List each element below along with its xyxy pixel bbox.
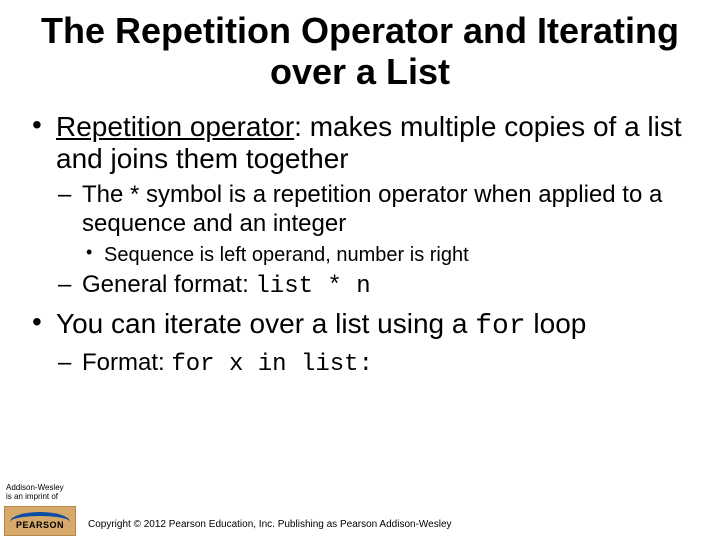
pearson-logo-text: PEARSON: [16, 520, 64, 530]
bullet-1-sub-2-lead: General format:: [82, 271, 255, 298]
imprint-line-2: is an imprint of: [6, 493, 64, 502]
bullet-1-sub-1-text: The * symbol is a repetition operator wh…: [82, 181, 662, 237]
footer: Addison-Wesley is an imprint of PEARSON …: [0, 480, 720, 540]
copyright-text: Copyright © 2012 Pearson Education, Inc.…: [88, 519, 452, 530]
bullet-2-code: for: [475, 311, 525, 342]
pearson-logo: PEARSON: [4, 506, 76, 536]
bullet-1-sub-1-sublist: Sequence is left operand, number is righ…: [82, 243, 692, 267]
slide-title: The Repetition Operator and Iterating ov…: [28, 10, 692, 93]
bullet-1: Repetition operator: makes multiple copi…: [28, 111, 692, 302]
bullet-2-sub-1-code: for x in list:: [171, 351, 373, 378]
bullet-list: Repetition operator: makes multiple copi…: [28, 111, 692, 380]
imprint-text: Addison-Wesley is an imprint of: [6, 484, 64, 502]
bullet-1-sub-1-sub-1: Sequence is left operand, number is righ…: [82, 243, 692, 267]
bullet-1-term: Repetition operator: [56, 111, 294, 142]
bullet-2-sub-1-lead: Format:: [82, 349, 171, 376]
bullet-2-tail: loop: [526, 308, 587, 339]
bullet-1-sublist: The * symbol is a repetition operator wh…: [56, 181, 692, 301]
bullet-1-sub-2-code: list * n: [255, 273, 370, 300]
bullet-2-sub-1: Format: for x in list:: [56, 349, 692, 380]
bullet-2-sublist: Format: for x in list:: [56, 349, 692, 380]
bullet-2-lead: You can iterate over a list using a: [56, 308, 475, 339]
bullet-1-sub-2: General format: list * n: [56, 271, 692, 302]
bullet-1-sub-1: The * symbol is a repetition operator wh…: [56, 181, 692, 267]
slide: The Repetition Operator and Iterating ov…: [0, 0, 720, 540]
bullet-2: You can iterate over a list using a for …: [28, 308, 692, 380]
